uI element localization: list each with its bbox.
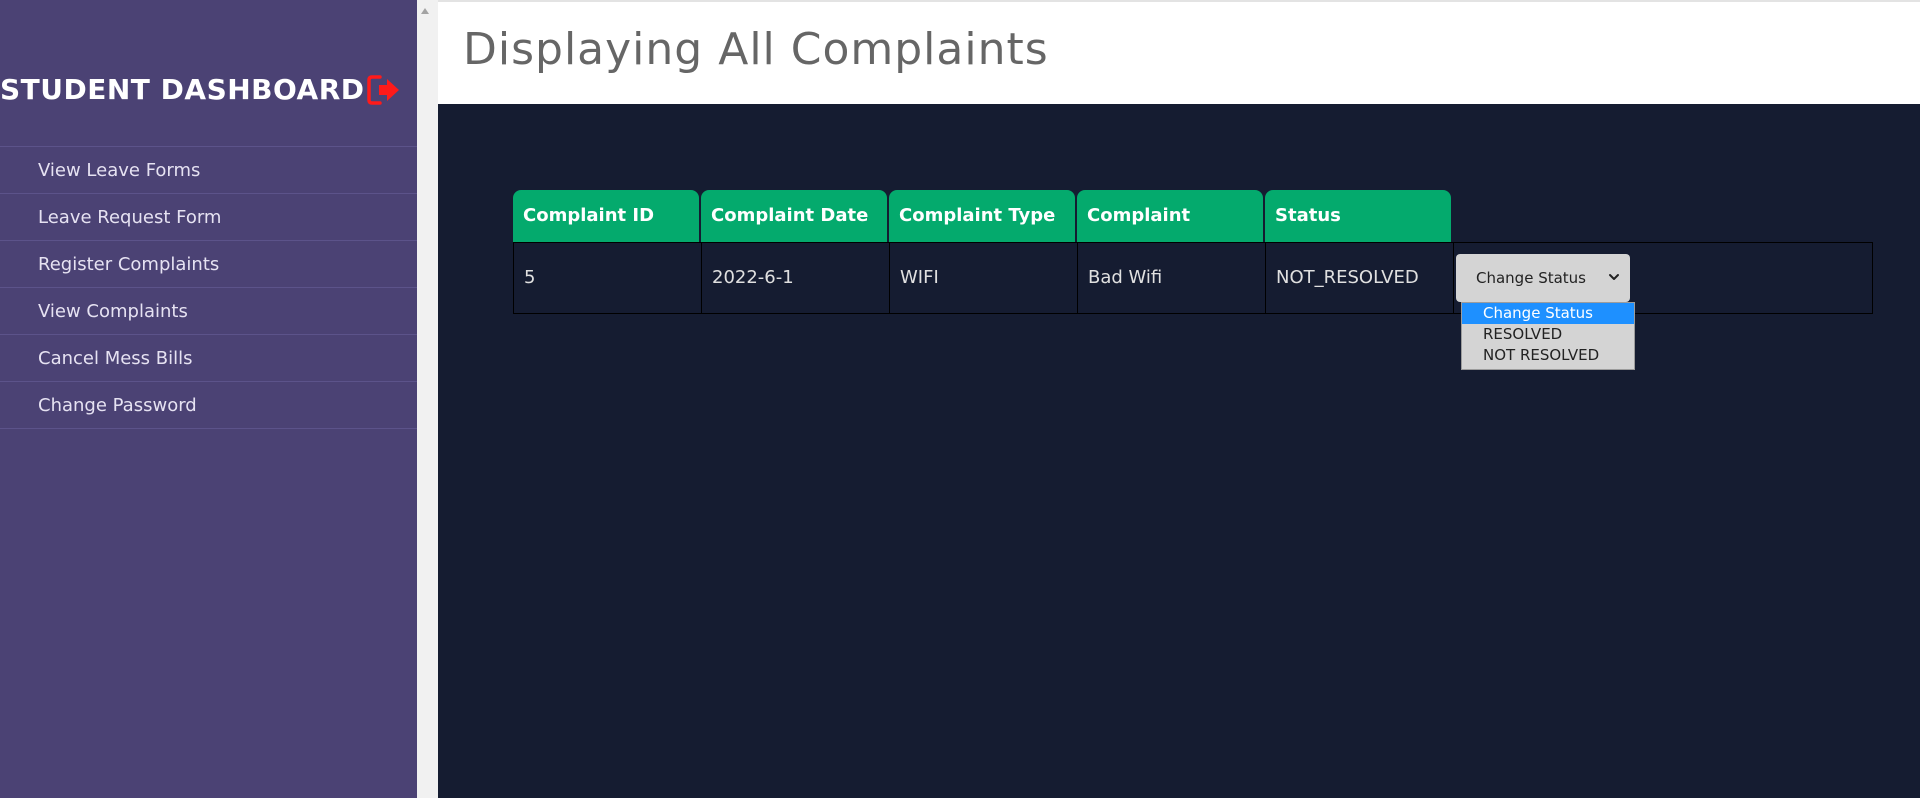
column-header-status: Status [1265, 190, 1451, 242]
cell-complaint-id: 5 [514, 243, 702, 313]
column-header-complaint-date: Complaint Date [701, 190, 887, 242]
cell-complaint-date: 2022-6-1 [702, 243, 890, 313]
sidebar-item-label: Leave Request Form [38, 206, 222, 228]
cell-complaint: Bad Wifi [1078, 243, 1266, 313]
sidebar-item-label: Change Password [38, 394, 197, 416]
brand-title: STUDENT DASHBOARD [0, 73, 365, 106]
app-window: STUDENT DASHBOARD View Leave Forms Leave… [0, 0, 1920, 798]
sidebar-nav: View Leave Forms Leave Request Form Regi… [0, 146, 417, 429]
scrollbar[interactable] [417, 0, 438, 798]
sidebar-item-view-leave-forms[interactable]: View Leave Forms [0, 147, 417, 194]
dropdown-option-not-resolved[interactable]: NOT RESOLVED [1462, 345, 1634, 366]
sidebar-item-label: View Complaints [38, 300, 188, 322]
column-header-complaint-id: Complaint ID [513, 190, 699, 242]
sidebar-brand: STUDENT DASHBOARD [0, 70, 417, 110]
column-header-complaint-type: Complaint Type [889, 190, 1075, 242]
main-content: Complaint ID Complaint Date Complaint Ty… [438, 104, 1920, 798]
chevron-down-icon [1609, 274, 1619, 280]
sidebar: STUDENT DASHBOARD View Leave Forms Leave… [0, 0, 417, 798]
sidebar-item-register-complaints[interactable]: Register Complaints [0, 241, 417, 288]
dropdown-option-resolved[interactable]: RESOLVED [1462, 324, 1634, 345]
sidebar-item-change-password[interactable]: Change Password [0, 382, 417, 429]
sidebar-item-label: Register Complaints [38, 253, 220, 275]
sidebar-item-leave-request-form[interactable]: Leave Request Form [0, 194, 417, 241]
table-header-row: Complaint ID Complaint Date Complaint Ty… [513, 190, 1873, 242]
complaints-table: Complaint ID Complaint Date Complaint Ty… [513, 190, 1873, 314]
column-header-complaint: Complaint [1077, 190, 1263, 242]
scroll-up-arrow-icon[interactable] [421, 8, 429, 14]
sidebar-item-view-complaints[interactable]: View Complaints [0, 288, 417, 335]
status-select[interactable]: Change Status [1456, 254, 1630, 302]
page-title: Displaying All Complaints [463, 24, 1049, 75]
sidebar-item-cancel-mess-bills[interactable]: Cancel Mess Bills [0, 335, 417, 382]
sign-out-icon[interactable] [366, 73, 402, 107]
sidebar-item-label: Cancel Mess Bills [38, 347, 193, 369]
cell-status: NOT_RESOLVED [1266, 243, 1454, 313]
table-row: 5 2022-6-1 WIFI Bad Wifi NOT_RESOLVED Ch… [513, 242, 1873, 314]
status-select-value: Change Status [1476, 269, 1586, 287]
status-dropdown-list: Change Status RESOLVED NOT RESOLVED [1461, 302, 1635, 370]
sidebar-item-label: View Leave Forms [38, 159, 201, 181]
dropdown-option-change-status[interactable]: Change Status [1462, 303, 1634, 324]
cell-complaint-type: WIFI [890, 243, 1078, 313]
page-header: Displaying All Complaints [438, 0, 1920, 104]
